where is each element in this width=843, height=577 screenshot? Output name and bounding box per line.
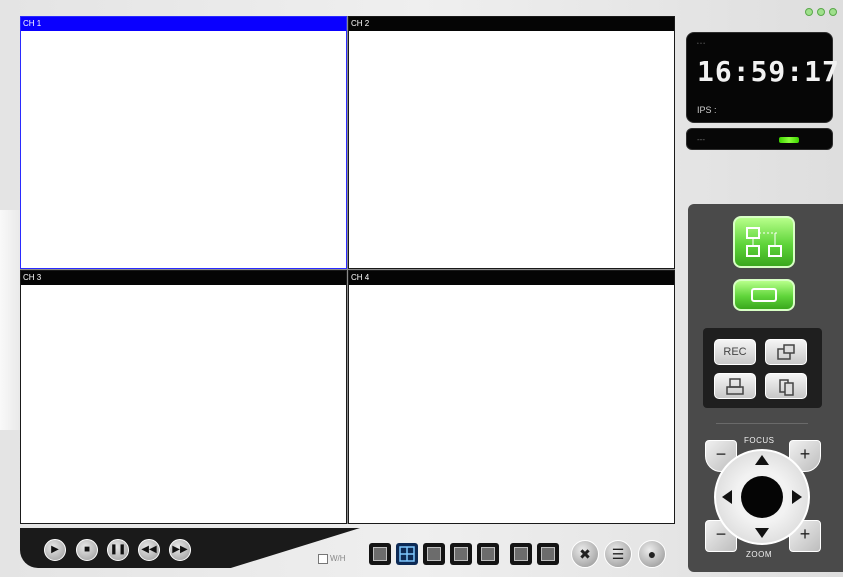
ptz-center-knob[interactable] (741, 476, 783, 518)
screen-icon (751, 288, 777, 302)
channel-4-view[interactable]: CH 4 (348, 270, 675, 524)
video-grid: CH 1 CH 2 CH 3 CH 4 (20, 16, 675, 524)
stop-button[interactable]: ■ (76, 539, 98, 561)
snapshot-layout-button[interactable] (537, 543, 559, 565)
sequence-button[interactable] (510, 543, 532, 565)
single-view-button[interactable] (733, 279, 795, 311)
wh-label: W/H (330, 554, 346, 564)
storage-button[interactable]: ☰ (604, 540, 632, 568)
network-tree-icon (746, 227, 782, 257)
play-button[interactable]: ▶ (44, 539, 66, 561)
minimize-button[interactable] (805, 8, 813, 16)
channel-title: CH 3 (21, 271, 346, 285)
channel-title: CH 2 (349, 17, 674, 31)
clock-time: 16:59:17 (697, 55, 840, 88)
fast-forward-button[interactable]: ▶▶ (169, 539, 191, 561)
printer-icon (726, 378, 744, 395)
popout-window-button[interactable] (765, 339, 807, 365)
indicator-dots: • • • (697, 41, 706, 47)
channel-title: CH 4 (349, 271, 674, 285)
pan-right-button[interactable] (792, 490, 802, 504)
connection-led-icon (779, 137, 799, 143)
info-button[interactable]: ● (638, 540, 666, 568)
sequence-icon (514, 547, 528, 561)
copy-icon (779, 379, 794, 396)
divider (716, 423, 808, 424)
wh-checkbox[interactable] (318, 554, 328, 564)
layout-single-icon (373, 547, 387, 561)
focus-label: FOCUS (744, 436, 775, 445)
channel-3-view[interactable]: CH 3 (20, 270, 347, 524)
layout-1-button[interactable] (369, 543, 391, 565)
wh-toggle[interactable]: W/H (318, 554, 346, 564)
zoom-label: ZOOM (746, 550, 772, 559)
status-bar: --- (686, 128, 833, 150)
settings-button[interactable]: ✖ (571, 540, 599, 568)
status-text: --- (697, 135, 705, 144)
device-tree-button[interactable] (733, 216, 795, 268)
layout-nine-icon (427, 547, 441, 561)
layout-9-button[interactable] (423, 543, 445, 565)
channel-1-view[interactable]: CH 1 (20, 16, 347, 269)
copy-button[interactable] (765, 373, 807, 399)
pause-button[interactable]: ❚❚ (107, 539, 129, 561)
ips-label: IPS : (697, 105, 717, 115)
app-window: CH 1 CH 2 CH 3 CH 4 • • • 16:59:17 IPS :… (0, 0, 843, 577)
fullscreen-button[interactable] (477, 543, 499, 565)
fullscreen-icon (481, 547, 495, 561)
print-button[interactable] (714, 373, 756, 399)
pan-left-button[interactable] (722, 490, 732, 504)
snapshot-icon (541, 547, 555, 561)
layout-16-button[interactable] (450, 543, 472, 565)
layout-4-button[interactable] (396, 543, 418, 565)
popout-icon (777, 344, 795, 360)
layout-quad-icon (399, 546, 415, 562)
close-button[interactable] (829, 8, 837, 16)
maximize-button[interactable] (817, 8, 825, 16)
pan-up-button[interactable] (755, 455, 769, 465)
channel-title: CH 1 (21, 17, 346, 31)
clock-display: • • • 16:59:17 IPS : (686, 32, 839, 123)
layout-sixteen-icon (454, 547, 468, 561)
record-button[interactable]: REC (714, 339, 756, 365)
pan-down-button[interactable] (755, 528, 769, 538)
channel-2-view[interactable]: CH 2 (348, 16, 675, 269)
rewind-button[interactable]: ◀◀ (138, 539, 160, 561)
